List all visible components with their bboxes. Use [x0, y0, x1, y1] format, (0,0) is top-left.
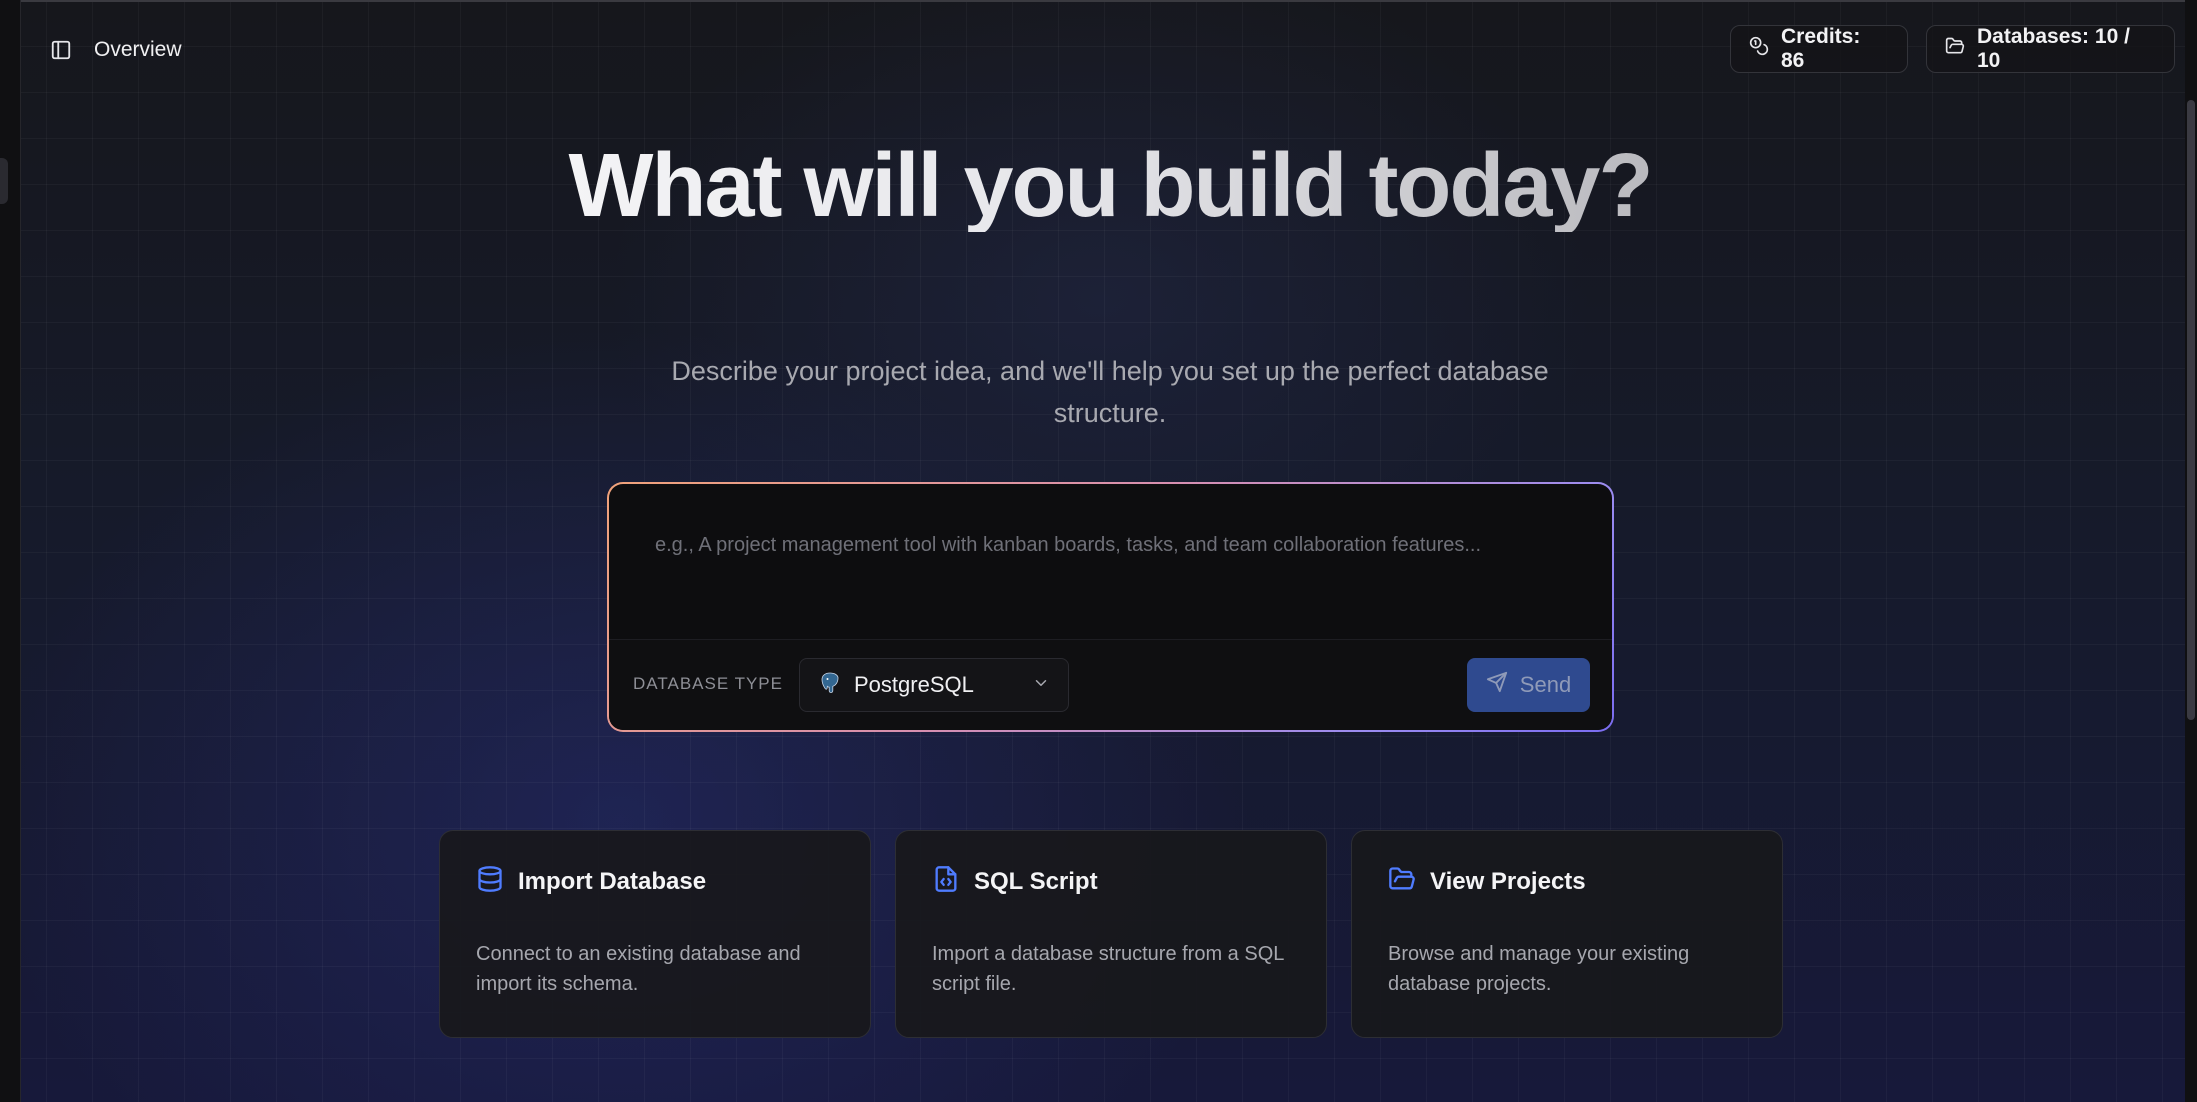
folder-icon [1945, 36, 1965, 62]
card-description: Browse and manage your existing database… [1388, 943, 1690, 995]
sidebar-toggle-icon[interactable] [48, 37, 74, 63]
hero-title: What will you build today? [560, 140, 1660, 232]
credits-label: Credits: 86 [1781, 25, 1861, 72]
database-icon [476, 865, 504, 898]
prompt-box: e.g., A project management tool with kan… [609, 484, 1612, 730]
databases-label: Databases: 10 / 10 [1977, 25, 2130, 72]
folder-open-icon [1388, 865, 1416, 898]
database-type-value: PostgreSQL [854, 672, 974, 697]
sidebar-handle[interactable] [0, 158, 8, 204]
prompt-card: e.g., A project management tool with kan… [607, 482, 1614, 732]
database-type-label: DATABASE TYPE [633, 674, 783, 693]
hero-subtitle: Describe your project idea, and we'll he… [671, 356, 1549, 428]
project-description-input[interactable]: e.g., A project management tool with kan… [655, 528, 1495, 562]
card-description: Connect to an existing database and impo… [476, 943, 801, 995]
card-header: View Projects [1388, 865, 1586, 898]
card-title: Import Database [518, 867, 707, 895]
database-type-select[interactable]: PostgreSQL [799, 658, 1069, 712]
prompt-footer: DATABASE TYPE PostgreSQL Send [609, 639, 1612, 730]
card-description: Import a database structure from a SQL s… [932, 943, 1284, 995]
coins-icon [1749, 36, 1769, 62]
file-code-icon [932, 865, 960, 898]
send-label: Send [1519, 672, 1572, 697]
header-left: Overview [48, 30, 182, 70]
sql-script-card[interactable]: SQL Script Import a database structure f… [895, 830, 1327, 1038]
databases-badge[interactable]: Databases: 10 / 10 [1926, 25, 2175, 73]
send-button[interactable]: Send [1467, 658, 1590, 712]
scrollbar[interactable] [2185, 0, 2197, 1102]
chevron-down-icon [1032, 674, 1050, 697]
postgresql-icon [818, 671, 842, 700]
card-title: View Projects [1430, 867, 1586, 895]
top-border [0, 0, 2197, 2]
send-icon [1486, 671, 1508, 699]
view-projects-card[interactable]: View Projects Browse and manage your exi… [1351, 830, 1783, 1038]
scrollbar-thumb[interactable] [2187, 100, 2195, 720]
card-header: Import Database [476, 865, 706, 898]
card-title: SQL Script [974, 867, 1098, 895]
page-title: Overview [94, 38, 182, 61]
import-database-card[interactable]: Import Database Connect to an existing d… [439, 830, 871, 1038]
card-header: SQL Script [932, 865, 1098, 898]
credits-badge[interactable]: Credits: 86 [1730, 25, 1908, 73]
